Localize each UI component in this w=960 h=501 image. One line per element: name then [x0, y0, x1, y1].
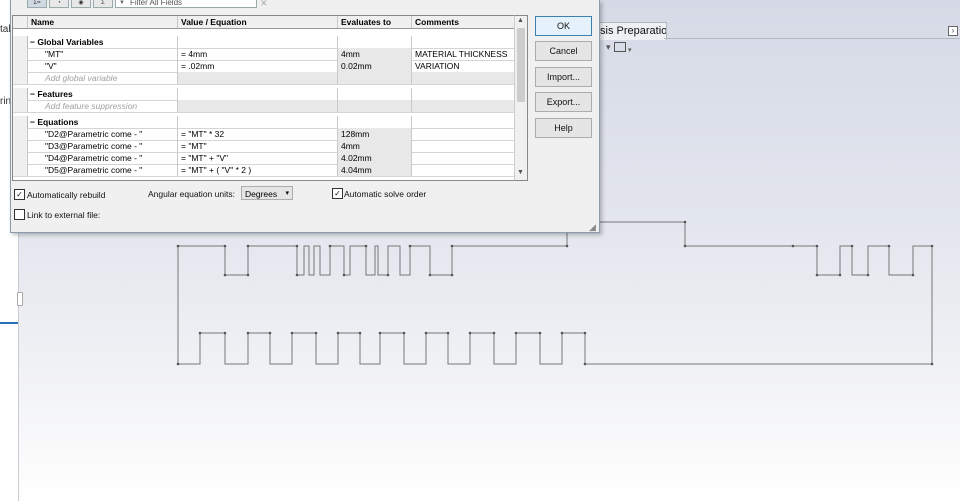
cell-comment[interactable]: VARIATION: [411, 60, 515, 72]
sketch-outline-top-left: [177, 245, 567, 364]
table-row[interactable]: "D5@Parametric come - " = "MT" + ( "V" *…: [13, 164, 515, 177]
import-button[interactable]: Import...: [535, 67, 592, 87]
auto-solve-label: Automatic solve order: [344, 189, 427, 199]
filter-icon: ▼: [119, 0, 125, 6]
angular-units-label: Angular equation units:: [148, 189, 235, 199]
cell-comment[interactable]: [411, 128, 515, 140]
equations-table: Name Value / Equation Evaluates to Comme…: [12, 15, 516, 181]
add-feature-suppression-field[interactable]: Add feature suppression: [27, 100, 177, 112]
ordered-view-icon[interactable]: Σ: [93, 0, 113, 8]
cell-comment[interactable]: MATERIAL THICKNESS: [411, 48, 515, 60]
filter-input[interactable]: Filter All Fields: [115, 0, 257, 8]
help-button[interactable]: Help: [535, 118, 592, 138]
cell-evaluates: 4mm: [337, 140, 411, 152]
equations-dialog: Σ= ◔ ◉ Σ Filter All Fields ▼ ✕ Name Valu…: [10, 0, 600, 233]
resize-grip-icon[interactable]: ◢: [589, 222, 596, 233]
cell-name[interactable]: "MT": [27, 48, 177, 60]
cell-evaluates: 4mm: [337, 48, 411, 60]
cell-name[interactable]: "D4@Parametric come - ": [27, 152, 177, 164]
chevron-down-icon: ▾: [285, 190, 289, 197]
dimension-view-icon[interactable]: ◉: [71, 0, 91, 8]
group-label: Features: [37, 89, 73, 99]
cell-evaluates: 4.02mm: [337, 152, 411, 164]
add-global-variable-row[interactable]: Add global variable: [13, 72, 515, 85]
row-selector: [13, 16, 28, 28]
cell-name[interactable]: "V": [27, 60, 177, 72]
scroll-down-icon[interactable]: ▼: [517, 169, 524, 177]
table-header: Name Value / Equation Evaluates to Comme…: [13, 16, 515, 29]
equation-view-icon[interactable]: Σ=: [27, 0, 47, 8]
angular-units-select[interactable]: Degrees ▾: [241, 186, 293, 200]
col-header-comments[interactable]: Comments: [411, 16, 515, 28]
auto-solve-checkbox[interactable]: ✓: [332, 188, 343, 199]
col-header-value[interactable]: Value / Equation: [177, 16, 337, 28]
cell-value[interactable]: = "MT" + ( "V" * 2 ): [177, 164, 337, 176]
cell-evaluates: 4.04mm: [337, 164, 411, 176]
cell-comment[interactable]: [411, 152, 515, 164]
auto-rebuild-label: Automatically rebuild: [27, 190, 106, 200]
cell-value[interactable]: = "MT": [177, 140, 337, 152]
collapse-icon[interactable]: ›: [948, 26, 958, 36]
scroll-up-icon[interactable]: ▲: [517, 17, 524, 25]
sketch-outline-top-right: [685, 245, 933, 364]
group-label: Global Variables: [37, 37, 104, 47]
angular-units-value: Degrees: [245, 189, 278, 199]
tab-sis-preparation[interactable]: sis Preparation: [598, 22, 667, 40]
ok-button[interactable]: OK: [535, 16, 592, 36]
cell-comment[interactable]: [411, 140, 515, 152]
panel-highlight-bar: [0, 322, 18, 324]
cancel-button[interactable]: Cancel: [535, 41, 592, 61]
export-button[interactable]: Export...: [535, 92, 592, 112]
link-external-checkbox[interactable]: [14, 209, 25, 220]
cell-name[interactable]: "D3@Parametric come - ": [27, 140, 177, 152]
chevron-down-icon[interactable]: ▾: [628, 46, 632, 54]
cell-evaluates: 0.02mm: [337, 60, 411, 72]
tab-strip-line: [664, 38, 960, 39]
cell-value[interactable]: = "MT" * 32: [177, 128, 337, 140]
col-header-evaluates[interactable]: Evaluates to: [337, 16, 411, 28]
add-feature-suppression-row[interactable]: Add feature suppression: [13, 100, 515, 113]
cell-evaluates: 128mm: [337, 128, 411, 140]
cell-value[interactable]: = 4mm: [177, 48, 337, 60]
sketch-vertices: [176, 220, 934, 366]
auto-rebuild-checkbox[interactable]: ✓: [14, 189, 25, 200]
col-header-name[interactable]: Name: [27, 16, 177, 28]
group-label: Equations: [37, 117, 79, 127]
cell-value[interactable]: = .02mm: [177, 60, 337, 72]
add-global-variable-field[interactable]: Add global variable: [27, 72, 177, 84]
display-icon[interactable]: [614, 42, 626, 52]
chevron-down-icon[interactable]: ▾: [606, 42, 611, 53]
cell-name[interactable]: "D5@Parametric come - ": [27, 164, 177, 176]
cell-comment[interactable]: [411, 164, 515, 176]
table-scrollbar[interactable]: ▲ ▼: [514, 15, 528, 181]
wrench-icon[interactable]: ✕: [260, 0, 268, 8]
panel-sash-handle[interactable]: [17, 292, 23, 306]
link-external-label: Link to external file:: [27, 210, 101, 220]
cell-name[interactable]: "D2@Parametric come - ": [27, 128, 177, 140]
scrollbar-thumb[interactable]: [517, 28, 525, 102]
sketch-outline-bottom: [178, 332, 932, 365]
sketch-view-icon[interactable]: ◔: [49, 0, 69, 8]
cell-value[interactable]: = "MT" + "V": [177, 152, 337, 164]
